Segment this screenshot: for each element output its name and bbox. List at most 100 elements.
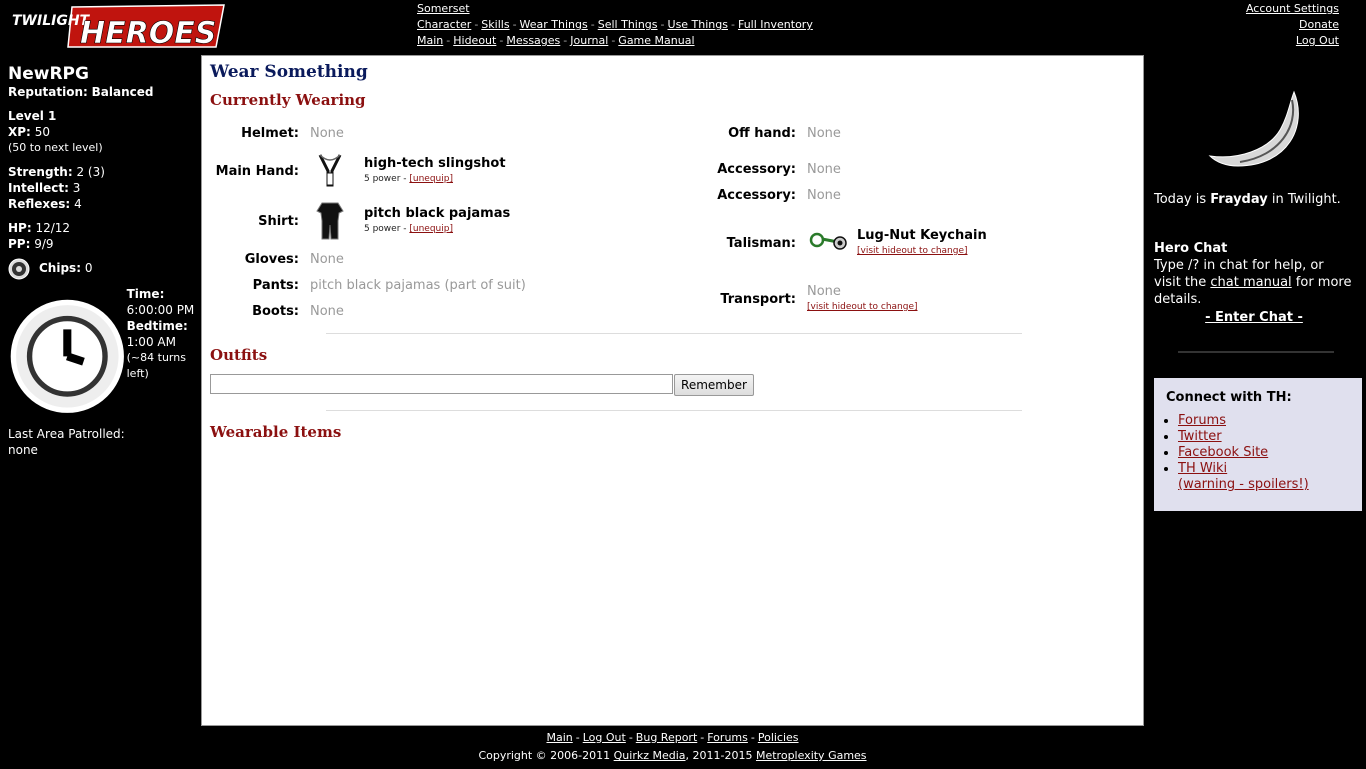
today-day: Frayday — [1210, 192, 1268, 207]
th-wiki-link[interactable]: TH Wiki — [1178, 461, 1227, 476]
nav-sell-things[interactable]: Sell Things — [598, 18, 658, 31]
pajamas-icon[interactable] — [314, 201, 346, 241]
talisman-item-name[interactable]: Lug-Nut Keychain — [857, 228, 987, 243]
footer-main-link[interactable]: Main — [546, 731, 572, 744]
transport-label: Transport: — [720, 292, 796, 307]
time-value: 6:00:00 PM — [126, 303, 195, 317]
moon-image — [1208, 90, 1299, 167]
copyright: Copyright © 2006-2011 Quirkz Media, 2011… — [478, 749, 867, 762]
remember-button[interactable]: Remember — [674, 374, 754, 396]
level-text: Level 1 — [8, 109, 57, 123]
enter-chat-link[interactable]: - Enter Chat - — [1154, 309, 1354, 326]
footer-policies-link[interactable]: Policies — [758, 731, 799, 744]
time-label: Time: — [126, 287, 165, 301]
logo-line2: HEROES — [80, 16, 216, 49]
shirt-item-name[interactable]: pitch black pajamas — [364, 206, 510, 221]
chip-icon — [8, 258, 30, 280]
outfits-heading: Outfits — [210, 346, 268, 364]
clock-icon — [10, 299, 124, 413]
twitter-link[interactable]: Twitter — [1178, 429, 1222, 444]
nav-skills[interactable]: Skills — [481, 18, 509, 31]
footer-forums-link[interactable]: Forums — [707, 731, 748, 744]
turns-left: (~84 turns left) — [126, 351, 186, 380]
account-settings-link[interactable]: Account Settings — [1246, 1, 1339, 17]
last-area-label: Last Area Patrolled: — [8, 426, 125, 441]
nav-journal[interactable]: Journal — [570, 34, 608, 47]
chat-manual-link[interactable]: chat manual — [1210, 275, 1291, 290]
xp-label: XP: — [8, 125, 31, 139]
twilight-heroes-logo[interactable]: TWILIGHT HEROES — [10, 3, 228, 49]
character-name[interactable]: NewRPG — [8, 64, 198, 84]
keychain-icon[interactable] — [808, 228, 848, 254]
visit-hideout-talisman-link[interactable]: [visit hideout to change] — [857, 246, 968, 256]
pants-label: Pants: — [252, 278, 299, 293]
hero-chat-box: Hero Chat Type /? in chat for help, or v… — [1154, 240, 1354, 326]
last-area-value: none — [8, 442, 38, 457]
list-item: Facebook Site — [1178, 445, 1350, 461]
donate-link[interactable]: Donate — [1246, 17, 1339, 33]
nav-game-manual[interactable]: Game Manual — [618, 34, 694, 47]
main-hand-item-name[interactable]: high-tech slingshot — [364, 156, 506, 171]
gloves-label: Gloves: — [244, 252, 299, 267]
wearable-items-heading: Wearable Items — [210, 423, 342, 441]
reputation-value: Balanced — [91, 85, 154, 99]
nav-main[interactable]: Main — [417, 34, 443, 47]
unequip-main-hand-link[interactable]: [unequip] — [409, 174, 453, 184]
footer-bug-report-link[interactable]: Bug Report — [636, 731, 697, 744]
logout-link[interactable]: Log Out — [1246, 33, 1339, 49]
th-wiki-spoilers-link[interactable]: (warning - spoilers!) — [1178, 477, 1309, 492]
metroplexity-games-link[interactable]: Metroplexity Games — [756, 749, 867, 762]
connect-title: Connect with TH: — [1166, 390, 1292, 405]
slingshot-icon[interactable] — [314, 151, 346, 189]
chips-value: 0 — [84, 261, 93, 275]
hp-value: 12/12 — [35, 221, 71, 235]
connect-box: Connect with TH: Forums Twitter Facebook… — [1154, 378, 1362, 511]
page-title: Wear Something — [210, 62, 368, 82]
visit-hideout-transport-link[interactable]: [visit hideout to change] — [807, 302, 918, 312]
top-navigation: Somerset Character - Skills - Wear Things - Se… — [417, 2, 813, 47]
time-row: Time: 6:00:00 PM Bedtime: 1:00 AM (~84 t… — [8, 286, 198, 416]
off-hand-label: Off hand: — [728, 126, 796, 141]
quirkz-media-link[interactable]: Quirkz Media — [614, 749, 686, 762]
reflexes-label: Reflexes: — [8, 197, 71, 211]
shirt-power: 5 power - — [364, 224, 410, 234]
gloves-value: None — [310, 252, 344, 267]
nav-wear-things[interactable]: Wear Things — [520, 18, 588, 31]
xp-value: 50 — [34, 125, 50, 139]
off-hand-value: None — [807, 126, 841, 141]
intellect-label: Intellect: — [8, 181, 69, 195]
strength-value: 2 (3) — [76, 165, 105, 179]
outfit-name-input[interactable] — [210, 374, 673, 394]
reputation-label: Reputation: — [8, 85, 88, 99]
unequip-shirt-link[interactable]: [unequip] — [409, 224, 453, 234]
connect-list: Forums Twitter Facebook Site TH Wiki(war… — [1166, 413, 1350, 493]
shirt-item-meta: 5 power - [unequip] — [364, 224, 453, 234]
nav-messages[interactable]: Messages — [506, 34, 560, 47]
nav-full-inventory[interactable]: Full Inventory — [738, 18, 813, 31]
accessory1-value: None — [807, 162, 841, 177]
helmet-label: Helmet: — [241, 126, 299, 141]
hp-label: HP: — [8, 221, 32, 235]
boots-label: Boots: — [252, 304, 299, 319]
location-link[interactable]: Somerset — [417, 2, 470, 15]
list-item: Twitter — [1178, 429, 1350, 445]
bedtime-value: 1:00 AM — [126, 335, 176, 349]
nav-hideout[interactable]: Hideout — [453, 34, 496, 47]
today-text: Today is Frayday in Twilight. — [1154, 192, 1341, 207]
accessory2-value: None — [807, 188, 841, 203]
talisman-label: Talisman: — [726, 236, 796, 251]
xp-next-level: (50 to next level) — [8, 141, 103, 154]
forums-link[interactable]: Forums — [1178, 413, 1226, 428]
talisman-action: [visit hideout to change] — [857, 246, 968, 256]
currently-wearing-heading: Currently Wearing — [210, 91, 366, 109]
reflexes-value: 4 — [74, 197, 82, 211]
footer-logout-link[interactable]: Log Out — [583, 731, 626, 744]
boots-value: None — [310, 304, 344, 319]
shirt-label: Shirt: — [258, 214, 299, 229]
transport-action: [visit hideout to change] — [807, 302, 918, 312]
nav-character[interactable]: Character — [417, 18, 471, 31]
accessory1-label: Accessory: — [717, 162, 796, 177]
facebook-link[interactable]: Facebook Site — [1178, 445, 1268, 460]
chips-label: Chips: — [39, 261, 81, 275]
nav-use-things[interactable]: Use Things — [668, 18, 728, 31]
